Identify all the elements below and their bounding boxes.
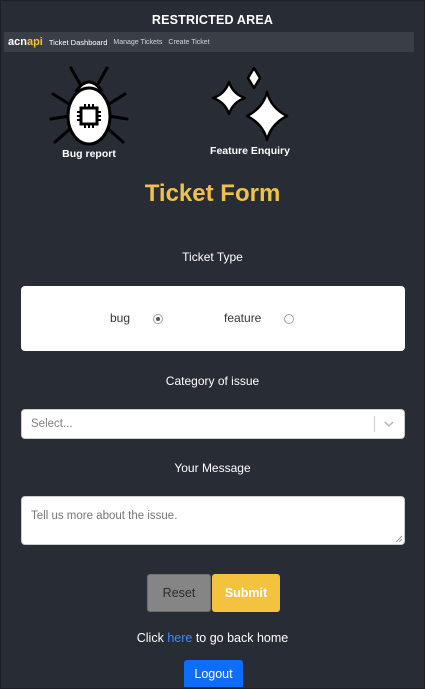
category-label: Category of issue (165, 374, 260, 388)
form-title: Ticket Form (144, 180, 281, 207)
radio-label-bug: bug (110, 311, 131, 325)
home-line-prefix: Click (136, 631, 168, 645)
chevron-down-icon[interactable] (384, 419, 394, 429)
home-link[interactable]: here (167, 631, 192, 645)
bug-report-card[interactable]: Bug report (49, 64, 129, 164)
radio-label-feature: feature (224, 311, 262, 325)
page-header-title: RESTRICTED AREA (151, 13, 274, 27)
bug-report-label: Bug report (62, 148, 116, 160)
sparkles-icon (211, 66, 289, 142)
nav-create-ticket[interactable]: Create Ticket (168, 39, 209, 46)
message-placeholder: Tell us more about the issue. (31, 510, 178, 522)
home-line-suffix: to go back home (192, 631, 289, 645)
category-select-placeholder: Select... (31, 418, 73, 430)
reset-button[interactable]: Reset (147, 574, 211, 612)
brand-acn: acn (8, 36, 27, 48)
ticket-type-label: Ticket Type (182, 250, 243, 264)
navbar: acnapi Ticket Dashboard Manage Tickets C… (4, 32, 414, 52)
message-textarea[interactable]: Tell us more about the issue. (21, 496, 405, 545)
radio-feature[interactable] (284, 314, 294, 324)
radio-bug[interactable] (153, 314, 163, 324)
nav-ticket-dashboard[interactable]: Ticket Dashboard (49, 38, 108, 47)
resize-grip-icon[interactable] (395, 535, 402, 542)
bug-icon (49, 66, 129, 146)
ticket-type-box: bug feature (21, 286, 405, 351)
logout-button[interactable]: Logout (184, 660, 243, 687)
nav-manage-tickets[interactable]: Manage Tickets (113, 39, 162, 46)
home-line: Click here to go back home (0, 631, 425, 645)
category-select[interactable]: Select... (21, 409, 405, 439)
message-label: Your Message (174, 461, 251, 475)
select-separator (374, 416, 375, 432)
brand-logo[interactable]: acnapi (8, 36, 43, 48)
feature-enquiry-label: Feature Enquiry (210, 145, 290, 157)
submit-button[interactable]: Submit (212, 574, 280, 612)
feature-enquiry-card[interactable]: Feature Enquiry (205, 64, 295, 164)
brand-api: api (26, 36, 43, 48)
